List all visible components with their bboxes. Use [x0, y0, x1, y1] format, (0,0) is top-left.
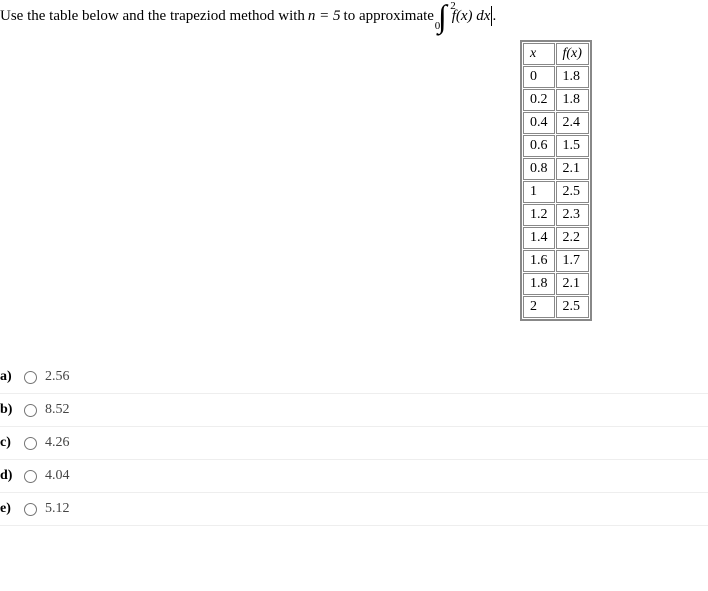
option-value: 8.52: [45, 402, 70, 418]
table-row: 12.5: [523, 181, 589, 203]
cell-fx: 2.1: [556, 158, 589, 180]
question-prefix: Use the table below and the trapeziod me…: [0, 8, 305, 25]
option-row: d) 4.04: [0, 460, 708, 493]
cell-fx: 2.5: [556, 296, 589, 318]
data-table-container: x f(x) 01.80.21.80.42.40.61.50.82.112.51…: [520, 40, 708, 321]
table-row: 0.82.1: [523, 158, 589, 180]
option-radio[interactable]: [24, 371, 37, 384]
table-row: 1.82.1: [523, 273, 589, 295]
cell-fx: 2.2: [556, 227, 589, 249]
cell-fx: 2.1: [556, 273, 589, 295]
table-row: 22.5: [523, 296, 589, 318]
integrand: f(x) dx: [452, 8, 491, 25]
cell-x: 1.4: [523, 227, 555, 249]
option-value: 4.26: [45, 435, 70, 451]
question-middle: to approximate: [344, 8, 434, 25]
option-row: b) 8.52: [0, 394, 708, 427]
option-radio[interactable]: [24, 437, 37, 450]
integral-upper-bound: 2: [450, 0, 456, 12]
cell-x: 0.2: [523, 89, 555, 111]
cell-x: 1.2: [523, 204, 555, 226]
cell-x: 2: [523, 296, 555, 318]
table-row: 0.21.8: [523, 89, 589, 111]
option-row: e) 5.12: [0, 493, 708, 526]
option-row: a) 2.56: [0, 361, 708, 394]
option-value: 5.12: [45, 501, 70, 517]
option-row: c) 4.26: [0, 427, 708, 460]
cell-x: 0.4: [523, 112, 555, 134]
cell-fx: 1.8: [556, 89, 589, 111]
question-period: .: [492, 8, 496, 25]
answer-options: a) 2.56 b) 8.52 c) 4.26 d) 4.04 e) 5.12: [0, 361, 708, 526]
table-row: 0.42.4: [523, 112, 589, 134]
cell-x: 1: [523, 181, 555, 203]
data-table: x f(x) 01.80.21.80.42.40.61.50.82.112.51…: [520, 40, 592, 321]
question-n: n = 5: [308, 8, 341, 25]
table-row: 1.61.7: [523, 250, 589, 272]
table-header-row: x f(x): [523, 43, 589, 65]
integral-lower-bound: 0: [435, 20, 441, 32]
cell-fx: 1.7: [556, 250, 589, 272]
cell-fx: 1.5: [556, 135, 589, 157]
cell-fx: 2.5: [556, 181, 589, 203]
option-label: c): [0, 435, 20, 451]
cell-x: 0: [523, 66, 555, 88]
option-label: b): [0, 402, 20, 418]
cell-x: 1.6: [523, 250, 555, 272]
table-row: 0.61.5: [523, 135, 589, 157]
col-header-fx: f(x): [556, 43, 589, 65]
option-label: a): [0, 369, 20, 385]
option-value: 4.04: [45, 468, 70, 484]
option-value: 2.56: [45, 369, 70, 385]
table-row: 01.8: [523, 66, 589, 88]
cell-x: 0.6: [523, 135, 555, 157]
option-radio[interactable]: [24, 470, 37, 483]
cell-x: 0.8: [523, 158, 555, 180]
cell-x: 1.8: [523, 273, 555, 295]
option-radio[interactable]: [24, 404, 37, 417]
option-label: e): [0, 501, 20, 517]
cell-fx: 1.8: [556, 66, 589, 88]
table-row: 1.22.3: [523, 204, 589, 226]
cell-fx: 2.4: [556, 112, 589, 134]
cell-fx: 2.3: [556, 204, 589, 226]
table-row: 1.42.2: [523, 227, 589, 249]
col-header-x: x: [523, 43, 555, 65]
option-radio[interactable]: [24, 503, 37, 516]
option-label: d): [0, 468, 20, 484]
integral-expression: ∫ 0 2 f(x) dx: [438, 0, 491, 32]
question-text: Use the table below and the trapeziod me…: [0, 0, 708, 32]
